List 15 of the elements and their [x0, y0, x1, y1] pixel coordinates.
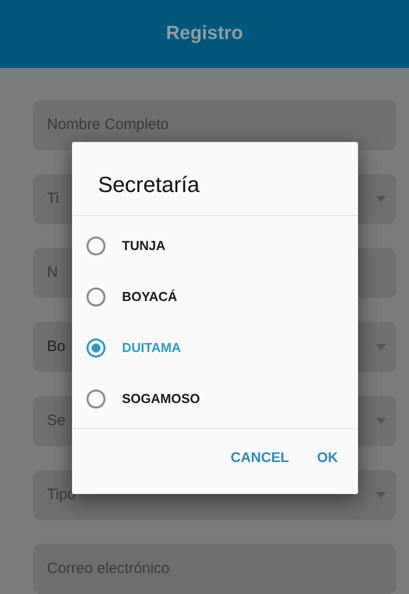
caret-icon: [376, 196, 386, 202]
app-bar-title: Registro: [166, 22, 244, 46]
radio-option[interactable]: SOGAMOSO: [72, 373, 358, 424]
radio-option[interactable]: DUITAMA: [72, 322, 358, 373]
caret-icon: [376, 418, 386, 424]
radio-button[interactable]: [86, 236, 106, 256]
dialog-title: Secretaría: [97, 171, 200, 199]
caret-icon: [376, 492, 386, 498]
radio-button[interactable]: [86, 388, 106, 408]
radio-button[interactable]: [86, 338, 106, 358]
caret-icon: [376, 344, 386, 350]
field-value: Bo: [47, 336, 66, 357]
radio-option[interactable]: TUNJA: [72, 220, 358, 271]
radio-button[interactable]: [86, 286, 106, 306]
radio-option[interactable]: BOYACÁ: [72, 271, 358, 322]
